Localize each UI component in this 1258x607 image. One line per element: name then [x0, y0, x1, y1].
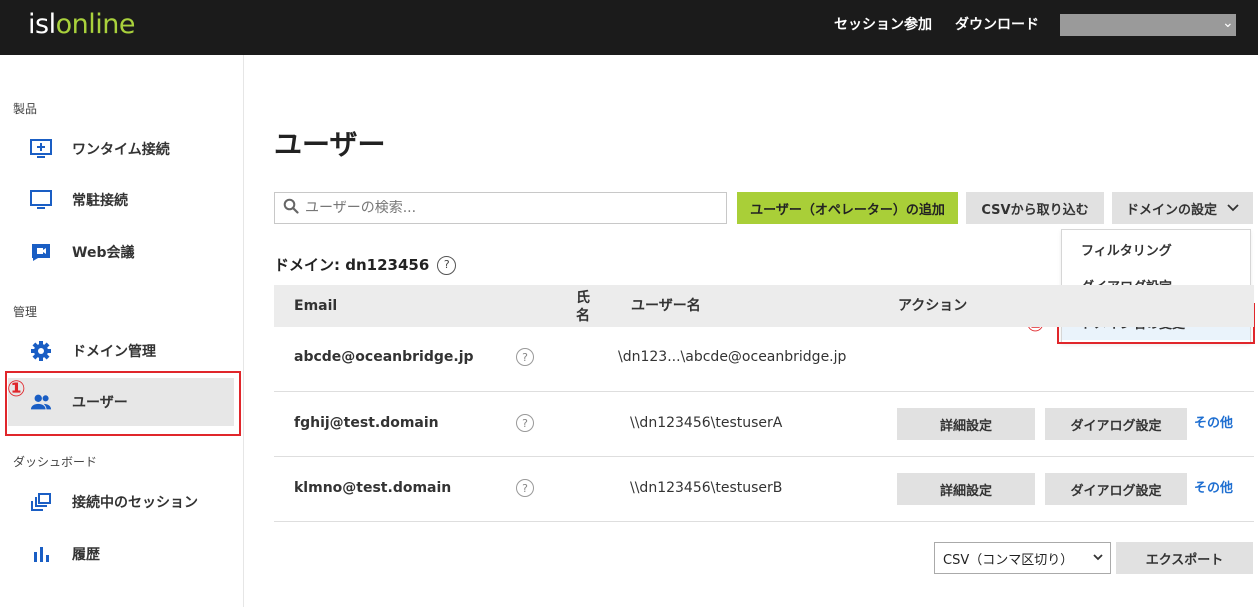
domain-label: ドメイン: dn123456 [274, 256, 430, 274]
row-username: \\dn123456\testuserB [630, 480, 783, 496]
top-bar: islonline セッション参加 ダウンロード ⌄ [0, 0, 1258, 55]
more-link[interactable]: その他 [1194, 479, 1233, 499]
annotation-number-1: ① [7, 377, 26, 402]
domain-settings-label: ドメインの設定 [1125, 202, 1217, 218]
sidebar-item-label: 履歴 [72, 547, 100, 563]
annotation-box-1 [5, 371, 241, 436]
search-icon [283, 198, 299, 218]
sidebar-section-products: 製品 [13, 102, 38, 116]
column-name-second-part: 名 [576, 308, 590, 324]
sidebar-item-label: Web会議 [72, 245, 135, 261]
sidebar-item-active-sessions[interactable]: 接続中のセッション [8, 478, 234, 526]
sidebar-item-onetime-connection[interactable]: ワンタイム接続 [8, 125, 234, 173]
monitor-icon [30, 189, 52, 211]
search-input[interactable] [305, 200, 705, 216]
column-username: ユーザー名 [631, 298, 701, 314]
row-email: fghij@test.domain [294, 415, 439, 431]
page-title: ユーザー [274, 128, 386, 161]
sidebar-item-label: 接続中のセッション [72, 495, 198, 511]
help-icon[interactable]: ? [516, 348, 534, 366]
nav-download[interactable]: ダウンロード [955, 15, 1039, 35]
add-user-button[interactable]: ユーザー（オペレーター）の追加 [737, 192, 958, 224]
islonline-logo[interactable]: islonline [28, 9, 135, 41]
table-row: fghij@test.domain ? \\dn123456\testuserA… [274, 392, 1254, 457]
chevron-down-icon [1227, 204, 1239, 212]
bar-chart-icon [30, 543, 52, 565]
gear-icon [30, 340, 52, 362]
search-box[interactable] [274, 192, 727, 224]
sidebar-item-domain-management[interactable]: ドメイン管理 [8, 327, 234, 375]
chevron-down-icon [1092, 550, 1104, 568]
table-row: abcde@oceanbridge.jp ? \dn123...\abcde@o… [274, 327, 1254, 392]
sidebar-item-web-conference[interactable]: Web会議 [8, 228, 234, 276]
export-format-value: CSV（コンマ区切り） [943, 552, 1074, 568]
dialog-settings-button[interactable]: ダイアログ設定 [1045, 408, 1187, 440]
sidebar-item-label: ドメイン管理 [72, 344, 156, 360]
chevron-down-icon[interactable]: ⌄ [1222, 13, 1234, 33]
details-button[interactable]: 詳細設定 [897, 473, 1035, 505]
import-csv-button[interactable]: CSVから取り込む [966, 192, 1104, 224]
export-format-select[interactable]: CSV（コンマ区切り） [934, 542, 1111, 574]
row-username: \\dn123456\testuserA [630, 415, 783, 431]
export-button[interactable]: エクスポート [1116, 542, 1253, 574]
sidebar-item-label: ワンタイム接続 [72, 142, 170, 158]
sidebar: 製品 ワンタイム接続 常駐接続 Web会議 管理 ドメイン管理 ユーザー ダッシ… [0, 55, 244, 607]
column-actions: アクション [898, 298, 968, 314]
users-table-header: Email 氏 名 ユーザー名 アクション [274, 285, 1254, 327]
user-account-menu[interactable] [1060, 14, 1236, 36]
column-name-first-part: 氏 [576, 290, 590, 306]
domain-heading: ドメイン: dn123456 ? [274, 254, 457, 276]
sidebar-item-history[interactable]: 履歴 [8, 530, 234, 578]
sessions-icon [30, 491, 52, 513]
table-row: klmno@test.domain ? \\dn123456\testuserB… [274, 457, 1254, 522]
domain-settings-button[interactable]: ドメインの設定 [1112, 192, 1253, 224]
sidebar-item-unattended-access[interactable]: 常駐接続 [8, 176, 234, 224]
help-icon[interactable]: ? [516, 414, 534, 432]
column-email: Email [294, 298, 338, 314]
details-button[interactable]: 詳細設定 [897, 408, 1035, 440]
help-icon[interactable]: ? [437, 255, 457, 275]
row-email: klmno@test.domain [294, 480, 452, 496]
video-camera-icon [30, 241, 52, 263]
monitor-plus-icon [30, 138, 52, 160]
dropdown-item-filtering[interactable]: フィルタリング [1062, 231, 1250, 267]
dialog-settings-button[interactable]: ダイアログ設定 [1045, 473, 1187, 505]
row-email: abcde@oceanbridge.jp [294, 349, 474, 365]
nav-join-session[interactable]: セッション参加 [834, 15, 932, 35]
sidebar-section-admin: 管理 [13, 305, 38, 319]
more-link[interactable]: その他 [1194, 414, 1233, 434]
sidebar-section-dashboard: ダッシュボード [13, 455, 98, 469]
sidebar-item-label: 常駐接続 [72, 193, 128, 209]
row-username: \dn123...\abcde@oceanbridge.jp [618, 349, 847, 365]
help-icon[interactable]: ? [516, 479, 534, 497]
